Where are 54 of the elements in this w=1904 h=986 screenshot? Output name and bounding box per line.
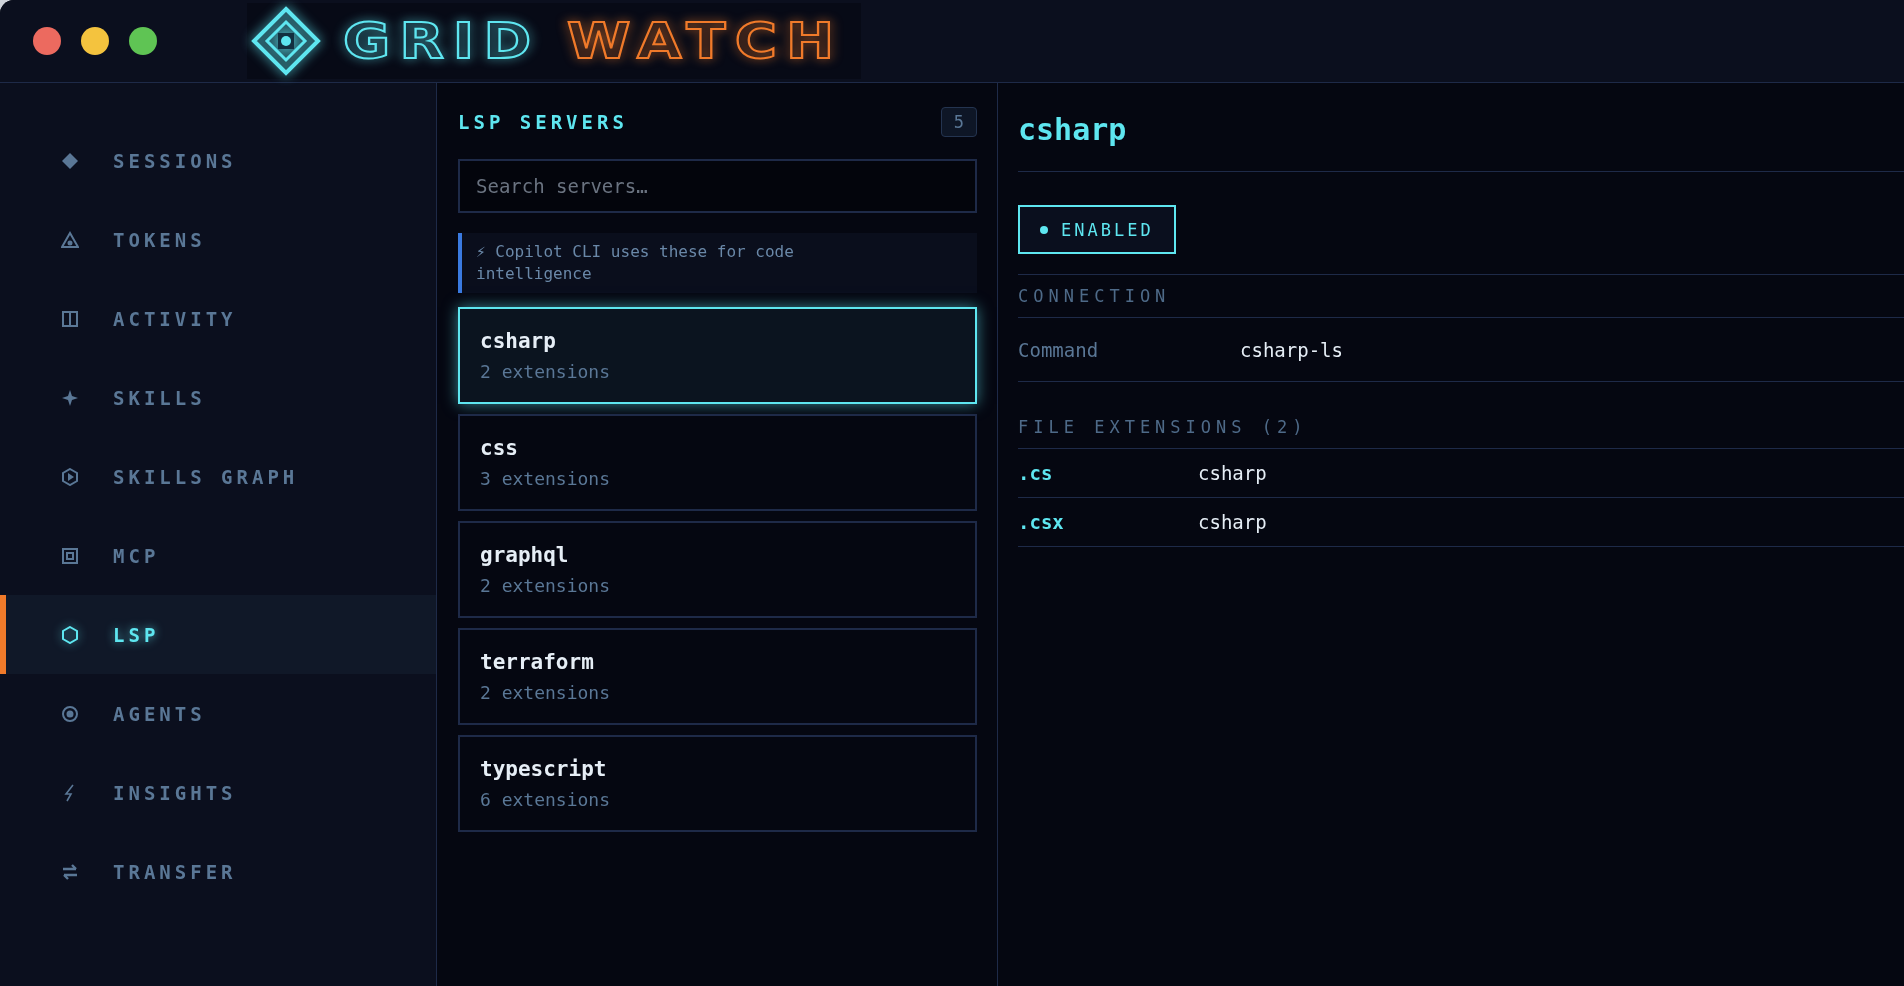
extension-count: 2 extensions xyxy=(480,682,612,703)
sidebar-item[interactable]: SESSIONS xyxy=(0,121,436,200)
triangle-icon xyxy=(61,230,79,249)
field-value: csharp-ls xyxy=(1240,338,1343,361)
search-field[interactable]: Search servers… xyxy=(458,159,977,213)
section-heading: FILE EXTENSIONS (2) xyxy=(1018,416,1309,439)
sidebar-item[interactable]: AGENTS xyxy=(0,674,436,753)
server-name: csharp xyxy=(480,329,557,353)
server-card[interactable]: terraform 2 extensions xyxy=(458,628,977,725)
target-icon xyxy=(61,704,79,723)
columns-icon xyxy=(61,309,79,328)
sidebar-item[interactable]: ACTIVITY xyxy=(0,279,436,358)
extension-cell-text: .csx xyxy=(1018,511,1065,533)
hexagon-play-icon xyxy=(61,467,79,486)
swap-arrows-icon xyxy=(61,862,79,881)
server-name: typescript xyxy=(480,757,608,781)
close-button[interactable] xyxy=(33,27,61,55)
server-card[interactable]: csharp 2 extensions xyxy=(458,307,977,404)
hexagon-icon xyxy=(61,625,79,644)
extension-count: 2 extensions xyxy=(480,575,612,596)
server-card[interactable]: css 3 extensions xyxy=(458,414,977,511)
sidebar-item[interactable]: MCP xyxy=(0,516,436,595)
panel-title: LSP SERVERS xyxy=(458,111,628,133)
logo-text: GRID xyxy=(343,12,541,70)
field-label: Command xyxy=(1018,338,1100,361)
sidebar-item[interactable]: SKILLS GRAPH xyxy=(0,437,436,516)
maximize-button[interactable] xyxy=(129,27,157,55)
server-name: css xyxy=(480,436,519,460)
count-badge: 5 xyxy=(940,107,977,137)
section-heading: CONNECTION xyxy=(1018,285,1172,308)
server-title: csharp xyxy=(1018,110,1128,149)
server-card[interactable]: graphql 2 extensions xyxy=(458,521,977,618)
diamond-logo-icon xyxy=(251,6,321,76)
extension-count: 3 extensions xyxy=(480,468,612,489)
extension-count: 2 extensions xyxy=(480,361,612,382)
info-note: ⚡ Copilot CLI uses these for code intelligence xyxy=(458,233,977,293)
logo-text: WATCH xyxy=(566,12,844,70)
language-cell: csharp xyxy=(1198,511,1267,533)
sidebar-item[interactable]: TRANSFER xyxy=(0,832,436,911)
server-name: graphql xyxy=(480,543,570,567)
extension-count: 6 extensions xyxy=(480,789,612,810)
status-badge: ENABLED xyxy=(1018,205,1176,254)
square-icon xyxy=(61,546,79,565)
sparkle-icon xyxy=(61,388,79,407)
sidebar-item[interactable]: LSP xyxy=(0,595,436,674)
language-cell: csharp xyxy=(1198,462,1267,484)
diamond-icon xyxy=(61,151,79,170)
server-card[interactable]: typescript 6 extensions xyxy=(458,735,977,832)
sidebar-item[interactable]: TOKENS xyxy=(0,200,436,279)
sidebar-item[interactable]: SKILLS xyxy=(0,358,436,437)
minimize-button[interactable] xyxy=(81,27,109,55)
extension-cell-text: .cs xyxy=(1018,462,1054,484)
sidebar-item[interactable]: INSIGHTS xyxy=(0,753,436,832)
server-name: terraform xyxy=(480,650,595,674)
